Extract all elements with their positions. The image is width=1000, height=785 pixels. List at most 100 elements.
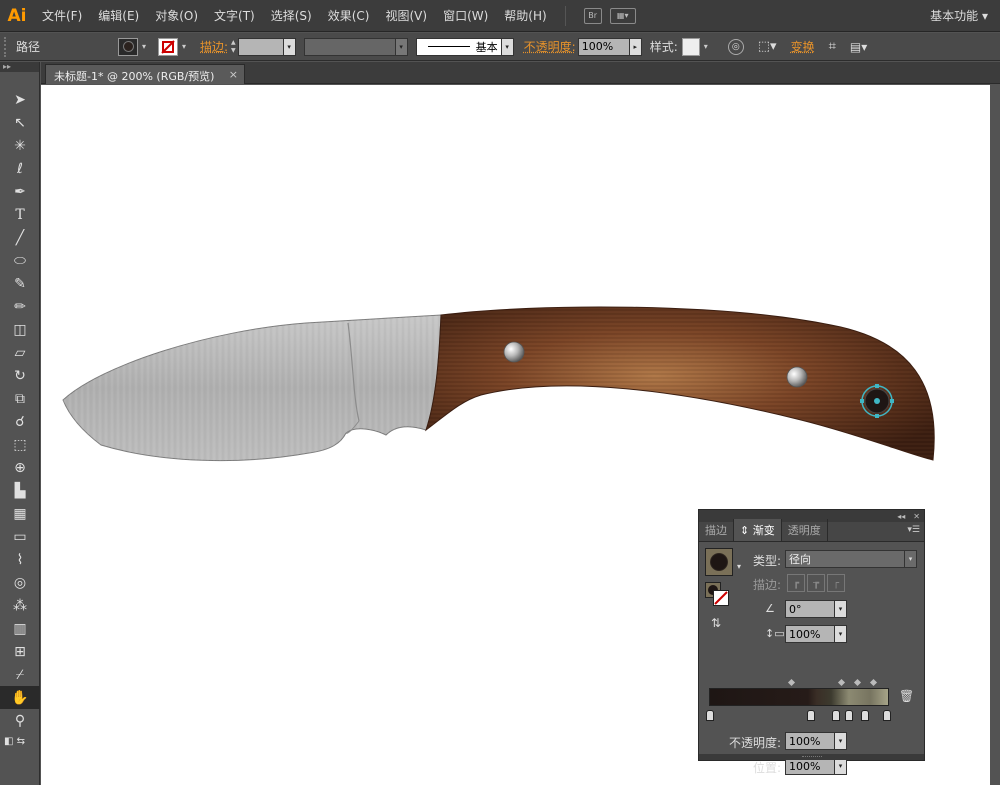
gradient-type-dropdown-icon[interactable]: ▾ xyxy=(905,550,917,568)
gradient-midpoint[interactable] xyxy=(787,678,796,687)
selection-icon[interactable]: ➤ xyxy=(0,88,40,111)
fill-stroke-proxy[interactable] xyxy=(705,582,729,606)
delete-stop-icon[interactable]: 🗑 xyxy=(899,689,914,703)
stroke-along-icon[interactable]: ┲ xyxy=(807,574,825,592)
arrange-documents-icon[interactable]: ▦▾ xyxy=(609,7,636,24)
gradient-stop[interactable] xyxy=(807,710,815,721)
aspect-ratio-dropdown-icon[interactable]: ▾ xyxy=(835,625,847,643)
graph-icon[interactable]: ▥ xyxy=(0,617,40,640)
handle[interactable] xyxy=(425,306,935,461)
blend-icon[interactable]: ◎ xyxy=(0,571,40,594)
tools-collapse-icon[interactable]: ▸▸ xyxy=(0,62,39,72)
panel-resize-handle[interactable] xyxy=(699,754,924,760)
gradient-preview-swatch[interactable] xyxy=(705,548,733,576)
align-icon[interactable]: ⬚▾ xyxy=(758,39,777,54)
none-stroke-icon[interactable] xyxy=(713,590,729,606)
gradient-icon[interactable]: ▭ xyxy=(0,525,40,548)
warp-icon[interactable]: ☌ xyxy=(0,410,40,433)
menu-edit[interactable]: 编辑(E) xyxy=(90,0,147,32)
grip-handle[interactable] xyxy=(4,36,10,57)
blade[interactable] xyxy=(62,314,442,462)
eyedropper-icon[interactable]: ⌇ xyxy=(0,548,40,571)
bridge-button[interactable]: Br xyxy=(583,7,602,24)
pen-icon[interactable]: ✒ xyxy=(0,180,40,203)
hand-icon[interactable]: ✋ xyxy=(0,686,40,709)
angle-input[interactable]: 0° xyxy=(785,600,835,618)
stroke-weight-label[interactable]: 描边: xyxy=(200,38,228,55)
graphic-style-swatch[interactable] xyxy=(681,37,700,56)
rivet-back[interactable] xyxy=(786,366,808,388)
perspective-icon[interactable]: ▙ xyxy=(0,479,40,502)
menu-file[interactable]: 文件(F) xyxy=(34,0,90,32)
gradient-slider[interactable] xyxy=(709,688,889,706)
gradient-preset-dropdown-icon[interactable]: ▾ xyxy=(737,562,741,571)
rotate-icon[interactable]: ↻ xyxy=(0,364,40,387)
paintbrush-icon[interactable]: ✎ xyxy=(0,272,40,295)
scale-icon[interactable]: ⧉ xyxy=(0,387,40,410)
rivet-front[interactable] xyxy=(503,341,525,363)
document-tab[interactable]: 未标题-1* @ 200% (RGB/预览) × xyxy=(45,64,245,84)
menu-select[interactable]: 选择(S) xyxy=(263,0,320,32)
tab-transparency[interactable]: 透明度 xyxy=(782,519,828,541)
eraser-icon[interactable]: ▱ xyxy=(0,341,40,364)
pencil-icon[interactable]: ✏ xyxy=(0,295,40,318)
collapse-panel-icon[interactable]: ◂◂ xyxy=(897,512,905,521)
brush-definition[interactable]: 基本 xyxy=(415,37,502,56)
line-icon[interactable]: ╱ xyxy=(0,226,40,249)
workspace-switcher[interactable]: 基本功能 ▾ xyxy=(930,0,988,32)
vertical-scrollbar[interactable] xyxy=(990,85,1000,785)
opacity-dropdown-icon[interactable]: ▸ xyxy=(629,37,642,56)
stroke-across-icon[interactable]: ┌ xyxy=(827,574,845,592)
symbol-sprayer-icon[interactable]: ⁂ xyxy=(0,594,40,617)
mesh-icon[interactable]: ▦ xyxy=(0,502,40,525)
free-transform-icon[interactable]: ⬚ xyxy=(0,433,40,456)
close-tab-icon[interactable]: × xyxy=(229,68,238,81)
gradient-stop[interactable] xyxy=(845,710,853,721)
fill-stroke-swap-icon[interactable]: ◧ ⇆ xyxy=(0,732,40,750)
opacity-label[interactable]: 不透明度: xyxy=(524,38,576,55)
stroke-within-icon[interactable]: ┏ xyxy=(787,574,805,592)
tab-gradient[interactable]: ⇕ 渐变 xyxy=(734,519,782,541)
gradient-stop[interactable] xyxy=(832,710,840,721)
stroke-swatch[interactable] xyxy=(158,37,178,56)
magic-wand-icon[interactable]: ✳ xyxy=(0,134,40,157)
gradient-midpoint[interactable] xyxy=(853,678,862,687)
direct-selection-icon[interactable]: ↖ xyxy=(0,111,40,134)
variable-width-profile[interactable] xyxy=(303,37,396,56)
stroke-dropdown-icon[interactable]: ▾ xyxy=(178,37,190,56)
angle-dropdown-icon[interactable]: ▾ xyxy=(835,600,847,618)
shape-builder-icon[interactable]: ⊕ xyxy=(0,456,40,479)
menu-help[interactable]: 帮助(H) xyxy=(496,0,554,32)
brush-dropdown-icon[interactable]: ▾ xyxy=(501,37,514,56)
stop-opacity-input[interactable]: 100% xyxy=(785,732,835,750)
slice-icon[interactable]: ⌿ xyxy=(0,663,40,686)
transform-link[interactable]: 变换 xyxy=(791,38,815,55)
zoom-icon[interactable]: ⚲ xyxy=(0,709,40,732)
stroke-weight-input[interactable] xyxy=(237,37,284,56)
panel-options-icon[interactable]: ▤▾ xyxy=(850,40,867,54)
panel-menu-icon[interactable]: ▾☰ xyxy=(907,525,920,535)
menu-object[interactable]: 对象(O) xyxy=(147,0,206,32)
close-panel-icon[interactable]: ✕ xyxy=(913,512,920,521)
menu-view[interactable]: 视图(V) xyxy=(377,0,435,32)
reverse-gradient-icon[interactable]: ⇅ xyxy=(711,616,721,630)
variable-width-dropdown-icon[interactable]: ▾ xyxy=(395,37,408,56)
gradient-midpoint[interactable] xyxy=(869,678,878,687)
aspect-ratio-input[interactable]: 100% xyxy=(785,625,835,643)
menu-effect[interactable]: 效果(C) xyxy=(320,0,378,32)
stroke-weight-stepper[interactable]: ▲ ▼ xyxy=(231,39,236,55)
menu-window[interactable]: 窗口(W) xyxy=(435,0,496,32)
gradient-stop[interactable] xyxy=(706,710,714,721)
stop-opacity-dropdown-icon[interactable]: ▾ xyxy=(835,732,847,750)
tab-stroke[interactable]: 描边 xyxy=(699,519,734,541)
isolate-icon[interactable]: ⌗ xyxy=(829,39,836,54)
fill-dropdown-icon[interactable]: ▾ xyxy=(138,37,150,56)
stroke-weight-dropdown-icon[interactable]: ▾ xyxy=(283,37,296,56)
menu-type[interactable]: 文字(T) xyxy=(206,0,263,32)
artboard-icon[interactable]: ⊞ xyxy=(0,640,40,663)
style-dropdown-icon[interactable]: ▾ xyxy=(699,37,712,56)
lasso-icon[interactable]: ℓ xyxy=(0,157,40,180)
type-icon[interactable]: T xyxy=(0,203,40,226)
blob-brush-icon[interactable]: ◫ xyxy=(0,318,40,341)
fill-swatch[interactable] xyxy=(118,37,138,56)
